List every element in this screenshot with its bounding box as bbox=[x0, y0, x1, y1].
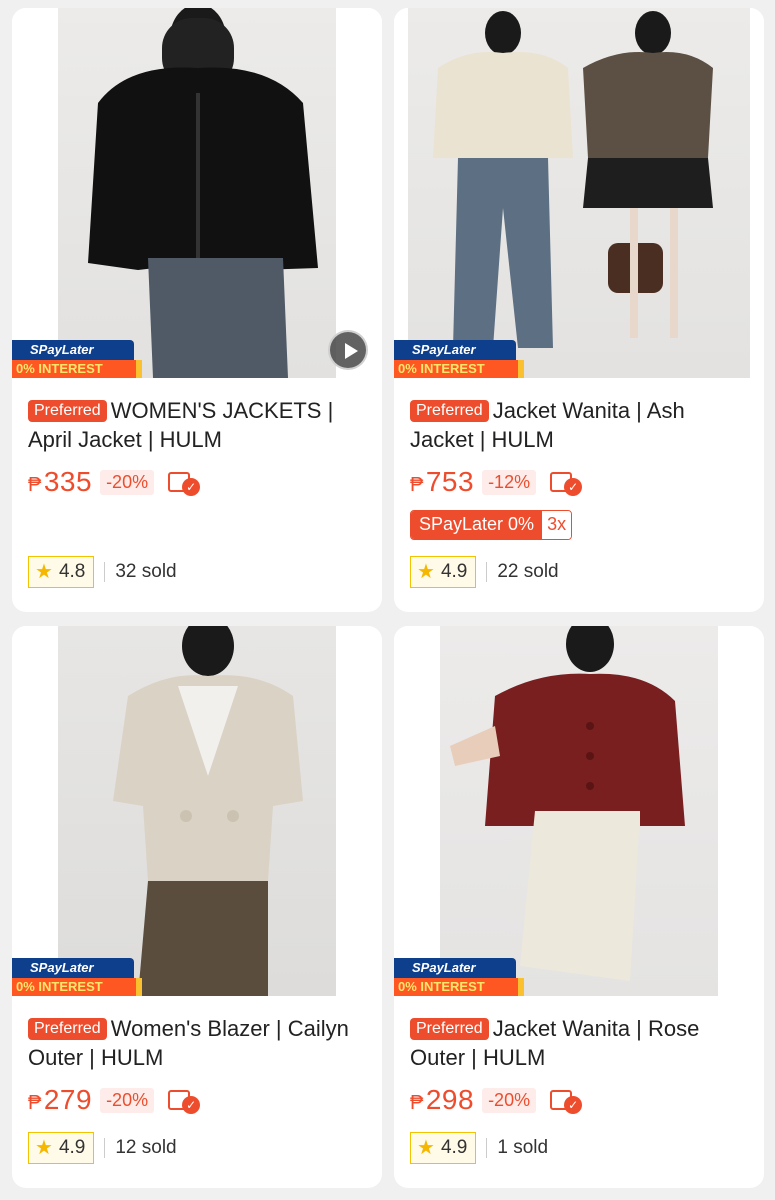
product-photo bbox=[58, 626, 336, 996]
jacket-illustration bbox=[88, 8, 318, 378]
product-price: ₱335 bbox=[28, 466, 92, 498]
preferred-badge: Preferred bbox=[410, 1018, 489, 1040]
voucher-icon: ✓ bbox=[166, 1086, 202, 1114]
spaylater-badge: SPayLater 0% INTEREST bbox=[394, 958, 524, 996]
preferred-badge: Preferred bbox=[28, 400, 107, 422]
interest-label: 0% INTEREST bbox=[394, 360, 524, 378]
product-title[interactable]: Preferred Jacket Wanita | Rose Outer | HU… bbox=[410, 1014, 750, 1072]
product-card[interactable]: SPayLater 0% INTEREST Preferred Jacket Wa… bbox=[394, 8, 764, 612]
jacket-illustration bbox=[433, 11, 713, 348]
voucher-icon: ✓ bbox=[166, 468, 202, 496]
discount-badge: -20% bbox=[482, 1087, 537, 1113]
product-title[interactable]: Preferred Jacket Wanita | Ash Jacket | HU… bbox=[410, 396, 750, 454]
star-icon: ★ bbox=[417, 561, 435, 583]
price-value: 279 bbox=[43, 1084, 93, 1115]
currency-symbol: ₱ bbox=[410, 474, 424, 496]
spaylater-badge: SPayLater 0% INTEREST bbox=[12, 340, 142, 378]
blazer-illustration bbox=[113, 626, 303, 996]
product-image[interactable]: SPayLater 0% INTEREST bbox=[12, 8, 382, 378]
discount-badge: -20% bbox=[100, 1087, 155, 1113]
paylater-label: SPayLater 0% bbox=[411, 511, 543, 539]
paylater-term: 3x bbox=[542, 511, 572, 539]
product-photo bbox=[440, 626, 718, 996]
divider bbox=[486, 562, 488, 582]
product-image[interactable]: SPayLater 0% INTEREST bbox=[394, 626, 764, 996]
divider bbox=[104, 562, 106, 582]
rating-value: 4.9 bbox=[440, 561, 468, 582]
discount-badge: -12% bbox=[482, 469, 537, 495]
product-card[interactable]: SPayLater 0% INTEREST Preferred Women's B… bbox=[12, 626, 382, 1188]
star-icon: ★ bbox=[417, 1137, 435, 1159]
rating-row: ★ 4.8 32 sold bbox=[28, 556, 177, 588]
spaylater-label: SPayLater bbox=[12, 340, 134, 360]
product-image[interactable]: SPayLater 0% INTEREST bbox=[12, 626, 382, 996]
paylater-tag: SPayLater 0% 3x bbox=[410, 510, 573, 540]
price-row: ₱335 -20% ✓ bbox=[28, 466, 202, 498]
interest-label: 0% INTEREST bbox=[12, 978, 142, 996]
voucher-icon: ✓ bbox=[548, 1086, 584, 1114]
sold-count: 1 sold bbox=[497, 1137, 549, 1158]
product-card[interactable]: SPayLater 0% INTEREST Preferred Jacket Wa… bbox=[394, 626, 764, 1188]
spaylater-label: SPayLater bbox=[12, 958, 134, 978]
price-row: ₱298 -20% ✓ bbox=[410, 1084, 584, 1116]
product-price: ₱298 bbox=[410, 1084, 474, 1116]
voucher-icon: ✓ bbox=[548, 468, 584, 496]
star-icon: ★ bbox=[35, 561, 53, 583]
sold-count: 32 sold bbox=[115, 561, 177, 582]
sold-count: 12 sold bbox=[115, 1137, 177, 1158]
rating-box: ★ 4.8 bbox=[28, 556, 95, 588]
sold-count: 22 sold bbox=[497, 561, 559, 582]
product-price: ₱753 bbox=[410, 466, 474, 498]
product-image[interactable]: SPayLater 0% INTEREST bbox=[394, 8, 764, 378]
rating-value: 4.9 bbox=[440, 1137, 468, 1158]
rating-row: ★ 4.9 12 sold bbox=[28, 1132, 177, 1164]
rating-row: ★ 4.9 1 sold bbox=[410, 1132, 548, 1164]
divider bbox=[104, 1138, 106, 1158]
product-title[interactable]: Preferred WOMEN'S JACKETS | April Jacket … bbox=[28, 396, 368, 454]
preferred-badge: Preferred bbox=[28, 1018, 107, 1040]
product-photo bbox=[408, 8, 750, 378]
play-icon[interactable] bbox=[328, 330, 368, 370]
product-title[interactable]: Preferred Women's Blazer | Cailyn Outer |… bbox=[28, 1014, 368, 1072]
price-row: ₱753 -12% ✓ bbox=[410, 466, 584, 498]
interest-label: 0% INTEREST bbox=[12, 360, 142, 378]
jacket-illustration bbox=[450, 626, 685, 981]
spaylater-badge: SPayLater 0% INTEREST bbox=[12, 958, 142, 996]
rating-value: 4.9 bbox=[58, 1137, 86, 1158]
spaylater-label: SPayLater bbox=[394, 340, 516, 360]
currency-symbol: ₱ bbox=[28, 1092, 42, 1114]
currency-symbol: ₱ bbox=[28, 474, 42, 496]
price-value: 753 bbox=[425, 466, 475, 497]
preferred-badge: Preferred bbox=[410, 400, 489, 422]
rating-box: ★ 4.9 bbox=[28, 1132, 95, 1164]
price-value: 298 bbox=[425, 1084, 475, 1115]
spaylater-badge: SPayLater 0% INTEREST bbox=[394, 340, 524, 378]
product-price: ₱279 bbox=[28, 1084, 92, 1116]
rating-box: ★ 4.9 bbox=[410, 1132, 477, 1164]
product-photo bbox=[58, 8, 336, 378]
currency-symbol: ₱ bbox=[410, 1092, 424, 1114]
rating-row: ★ 4.9 22 sold bbox=[410, 556, 559, 588]
interest-label: 0% INTEREST bbox=[394, 978, 524, 996]
discount-badge: -20% bbox=[100, 469, 155, 495]
star-icon: ★ bbox=[35, 1137, 53, 1159]
spaylater-label: SPayLater bbox=[394, 958, 516, 978]
price-row: ₱279 -20% ✓ bbox=[28, 1084, 202, 1116]
rating-value: 4.8 bbox=[58, 561, 86, 582]
divider bbox=[486, 1138, 488, 1158]
rating-box: ★ 4.9 bbox=[410, 556, 477, 588]
price-value: 335 bbox=[43, 466, 93, 497]
product-card[interactable]: SPayLater 0% INTEREST Preferred WOMEN'S J… bbox=[12, 8, 382, 612]
